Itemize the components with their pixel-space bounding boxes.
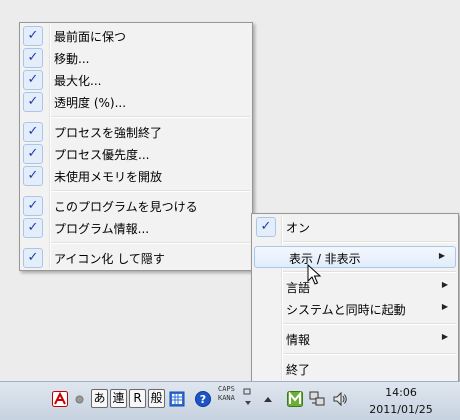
- chevron-down-icon[interactable]: [244, 400, 252, 406]
- menu-item-free-memory[interactable]: ✓ 未使用メモリを開放: [20, 165, 252, 187]
- menu-item-label: 移動...: [54, 52, 90, 66]
- context-menu-tray: ✓ オン 表示 / 非表示 ▶ 言語 ▶ システムと同時に起動 ▶ 情報 ▶ 終…: [251, 213, 459, 383]
- menu-item-startup[interactable]: システムと同時に起動 ▶: [252, 298, 458, 320]
- menu-item-label: このプログラムを見つける: [54, 200, 198, 214]
- volume-icon[interactable]: [332, 391, 348, 407]
- menu-separator: [51, 242, 250, 244]
- menu-item-label: アイコン化 して隠す: [54, 252, 165, 266]
- ime-options-icon[interactable]: [243, 388, 253, 396]
- svg-text:?: ?: [200, 393, 206, 406]
- check-icon: ✓: [23, 248, 43, 268]
- menu-item-label: プログラム情報...: [54, 222, 150, 236]
- clock-date: 2011/01/25: [369, 403, 433, 416]
- menu-item-label: プロセス優先度...: [54, 148, 150, 162]
- acrobat-icon[interactable]: [52, 391, 68, 407]
- menu-item-language[interactable]: 言語 ▶: [252, 276, 458, 298]
- check-icon: ✓: [23, 166, 43, 186]
- clock[interactable]: 14:06 2011/01/25: [366, 384, 436, 418]
- ime-dictionary-button[interactable]: 般: [148, 389, 165, 408]
- mouse-cursor-icon: [307, 264, 322, 285]
- check-icon: ✓: [23, 218, 43, 238]
- menu-item-kill-process[interactable]: ✓ プロセスを強制終了: [20, 121, 252, 143]
- network-icon[interactable]: [308, 390, 326, 408]
- menu-item-minimize-to-tray[interactable]: ✓ アイコン化 して隠す: [20, 247, 252, 269]
- menu-item-label: 表示 / 非表示: [289, 252, 361, 266]
- ime-status-dot-icon[interactable]: [75, 395, 84, 404]
- check-icon: ✓: [23, 144, 43, 164]
- menu-item-label: 最前面に保つ: [54, 30, 127, 44]
- check-icon: ✓: [23, 122, 43, 142]
- submenu-arrow-icon: ▶: [438, 251, 445, 260]
- menu-item-transparency[interactable]: ✓ 透明度 (%)...: [20, 91, 252, 113]
- ime-pad-icon[interactable]: [169, 391, 185, 407]
- menu-item-exit[interactable]: 終了: [252, 358, 458, 380]
- check-icon: ✓: [23, 48, 43, 68]
- menu-item-always-on-top[interactable]: ✓ 最前面に保つ: [20, 25, 252, 47]
- menu-item-label: プロセスを強制終了: [54, 126, 163, 140]
- menu-item-label: オン: [286, 221, 311, 235]
- submenu-arrow-icon: ▶: [441, 280, 448, 289]
- clock-time: 14:06: [385, 386, 417, 399]
- menu-item-process-priority[interactable]: ✓ プロセス優先度...: [20, 143, 252, 165]
- caps-label: CAPS: [218, 385, 235, 393]
- tray-app-icon[interactable]: [287, 391, 303, 407]
- menu-item-maximize[interactable]: ✓ 最大化...: [20, 69, 252, 91]
- menu-separator: [283, 323, 456, 325]
- show-hidden-icons-icon[interactable]: [263, 396, 273, 403]
- menu-item-find-program[interactable]: ✓ このプログラムを見つける: [20, 195, 252, 217]
- ime-hiragana-button[interactable]: あ: [91, 389, 108, 408]
- menu-item-label: 情報: [286, 333, 311, 347]
- taskbar: あ 連 R 般 ? CAPS KANA 14:06 2011/01/25: [0, 381, 460, 420]
- menu-item-info[interactable]: 情報 ▶: [252, 328, 458, 350]
- menu-item-label: 最大化...: [54, 74, 102, 88]
- ime-roman-button[interactable]: R: [129, 389, 146, 408]
- menu-item-on[interactable]: ✓ オン: [252, 216, 458, 238]
- menu-item-label: 透明度 (%)...: [54, 96, 127, 110]
- menu-separator: [283, 241, 456, 243]
- keyboard-state-indicator: CAPS KANA: [218, 385, 235, 403]
- check-icon: ✓: [23, 92, 43, 112]
- check-icon: ✓: [23, 196, 43, 216]
- menu-item-move[interactable]: ✓ 移動...: [20, 47, 252, 69]
- menu-item-show-hide[interactable]: 表示 / 非表示 ▶: [254, 246, 456, 268]
- menu-separator: [283, 353, 456, 355]
- menu-item-label: 未使用メモリを開放: [54, 170, 163, 184]
- check-icon: ✓: [256, 217, 276, 237]
- kana-label: KANA: [218, 394, 235, 402]
- menu-item-program-info[interactable]: ✓ プログラム情報...: [20, 217, 252, 239]
- menu-item-label: システムと同時に起動: [286, 303, 406, 317]
- help-icon[interactable]: ?: [195, 391, 211, 407]
- menu-separator: [51, 116, 250, 118]
- menu-item-label: 終了: [286, 363, 311, 377]
- ime-conversion-button[interactable]: 連: [110, 389, 127, 408]
- menu-separator: [51, 190, 250, 192]
- check-icon: ✓: [23, 70, 43, 90]
- submenu-arrow-icon: ▶: [441, 302, 448, 311]
- context-menu-left: ✓ 最前面に保つ ✓ 移動... ✓ 最大化... ✓ 透明度 (%)... ✓…: [19, 22, 253, 271]
- check-icon: ✓: [23, 26, 43, 46]
- submenu-arrow-icon: ▶: [441, 332, 448, 341]
